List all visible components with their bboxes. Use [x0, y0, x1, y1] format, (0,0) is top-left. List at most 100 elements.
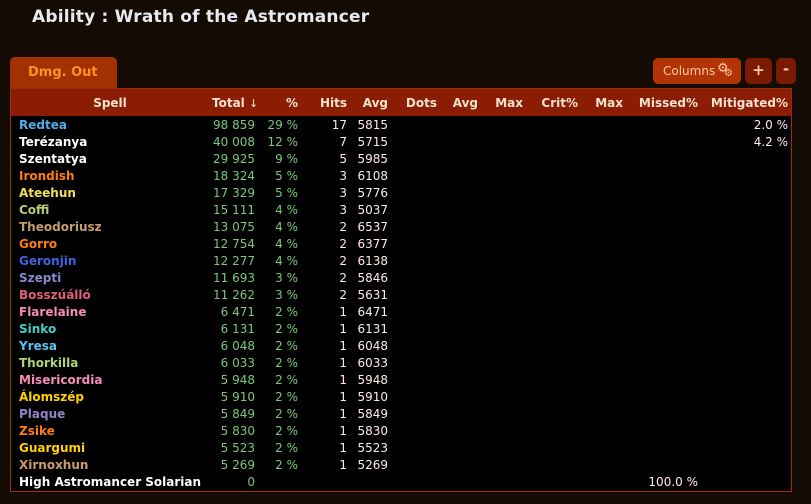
player-name-link[interactable]: Plaque: [11, 405, 212, 422]
player-name-link[interactable]: Thorkilla: [11, 354, 212, 371]
cell-crit-max: [581, 337, 626, 354]
player-name-link[interactable]: Xirnoxhun: [11, 456, 212, 473]
cell-dots: [391, 371, 440, 388]
cell-total: 13 075: [212, 218, 258, 235]
cell-mitigated: 4.2 %: [701, 133, 791, 150]
table-row: Terézanya 40 008 12 % 7 5715 4.2 %: [11, 133, 791, 150]
cell-crit: [526, 150, 581, 167]
player-name-link[interactable]: Coffi: [11, 201, 212, 218]
cell-missed: [626, 303, 701, 320]
header-dot-avg[interactable]: Avg: [440, 89, 481, 116]
cell-missed: [626, 184, 701, 201]
player-name-link[interactable]: Bosszúálló: [11, 286, 212, 303]
cell-mitigated: [701, 456, 791, 473]
header-spell[interactable]: Spell: [11, 89, 212, 116]
cell-percent: 2 %: [258, 371, 301, 388]
table-row: Misericordia 5 948 2 % 1 5948: [11, 371, 791, 388]
header-hits[interactable]: Hits: [301, 89, 350, 116]
cell-dots: [391, 116, 440, 133]
cell-dot-avg: [440, 116, 481, 133]
player-name-link[interactable]: Álomszép: [11, 388, 212, 405]
cell-hits: 3: [301, 184, 350, 201]
table-row: Thorkilla 6 033 2 % 1 6033: [11, 354, 791, 371]
columns-button-label: Columns: [663, 58, 715, 84]
player-name-link[interactable]: Redtea: [11, 116, 212, 133]
player-name-link[interactable]: Szepti: [11, 269, 212, 286]
player-name-link[interactable]: Geronjin: [11, 252, 212, 269]
cell-dots: [391, 235, 440, 252]
cell-percent: 2 %: [258, 439, 301, 456]
player-name-link[interactable]: Sinko: [11, 320, 212, 337]
cell-dots: [391, 422, 440, 439]
player-name-link[interactable]: Irondish: [11, 167, 212, 184]
cell-crit-max: [581, 150, 626, 167]
player-name-link[interactable]: High Astromancer Solarian: [11, 473, 212, 490]
header-avg[interactable]: Avg: [350, 89, 391, 116]
player-name-link[interactable]: Guargumi: [11, 439, 212, 456]
header-dots[interactable]: Dots: [391, 89, 440, 116]
player-name-link[interactable]: Misericordia: [11, 371, 212, 388]
cell-avg: 5715: [350, 133, 391, 150]
cell-crit: [526, 218, 581, 235]
player-name-link[interactable]: Yresa: [11, 337, 212, 354]
page-title: Ability : Wrath of the Astromancer: [32, 7, 369, 27]
add-column-button[interactable]: +: [745, 58, 772, 84]
player-name-link[interactable]: Gorro: [11, 235, 212, 252]
header-missed[interactable]: Missed%: [626, 89, 701, 116]
cell-crit: [526, 235, 581, 252]
player-name-link[interactable]: Terézanya: [11, 133, 212, 150]
cell-dot-avg: [440, 133, 481, 150]
cell-dots: [391, 337, 440, 354]
cell-missed: [626, 371, 701, 388]
tab-dmg-out[interactable]: Dmg. Out: [10, 57, 117, 88]
table-row: Ateehun 17 329 5 % 3 5776: [11, 184, 791, 201]
cell-missed: [626, 388, 701, 405]
cell-total: 6 033: [212, 354, 258, 371]
cell-missed: [626, 269, 701, 286]
header-mitigated[interactable]: Mitigated%: [701, 89, 791, 116]
header-max[interactable]: Max: [481, 89, 526, 116]
player-name-link[interactable]: Flarelaine: [11, 303, 212, 320]
cell-dots: [391, 286, 440, 303]
cell-total: 40 008: [212, 133, 258, 150]
table-row: Plaque 5 849 2 % 1 5849: [11, 405, 791, 422]
cell-mitigated: [701, 184, 791, 201]
cell-crit: [526, 303, 581, 320]
columns-button[interactable]: Columns ⚙ ⚙: [653, 58, 741, 84]
cell-dots: [391, 201, 440, 218]
cell-dots: [391, 133, 440, 150]
cell-hits: 1: [301, 456, 350, 473]
cell-mitigated: [701, 371, 791, 388]
cell-max: [481, 456, 526, 473]
cell-dots: [391, 150, 440, 167]
cell-percent: 4 %: [258, 252, 301, 269]
player-name-link[interactable]: Zsike: [11, 422, 212, 439]
table-row: Xirnoxhun 5 269 2 % 1 5269: [11, 456, 791, 473]
header-percent[interactable]: %: [258, 89, 301, 116]
header-crit[interactable]: Crit%: [526, 89, 581, 116]
table-row: Redtea 98 859 29 % 17 5815 2.0 %: [11, 116, 791, 133]
cell-hits: 1: [301, 439, 350, 456]
cell-total: 5 523: [212, 439, 258, 456]
player-name-link[interactable]: Ateehun: [11, 184, 212, 201]
cell-dot-avg: [440, 184, 481, 201]
header-crit-max[interactable]: Max: [581, 89, 626, 116]
cell-avg: 6108: [350, 167, 391, 184]
cell-avg: 5849: [350, 405, 391, 422]
cell-avg: 6138: [350, 252, 391, 269]
player-name-link[interactable]: Szentatya: [11, 150, 212, 167]
remove-column-button[interactable]: -: [776, 58, 796, 84]
header-total[interactable]: Total ↓: [212, 89, 258, 116]
cell-hits: 1: [301, 371, 350, 388]
player-name-link[interactable]: Theodoriusz: [11, 218, 212, 235]
cell-total: 6 471: [212, 303, 258, 320]
cell-percent: 4 %: [258, 201, 301, 218]
cell-max: [481, 371, 526, 388]
stats-panel: Spell Total ↓ % Hits Avg Dots Avg Max Cr…: [10, 88, 792, 492]
cell-max: [481, 269, 526, 286]
cell-crit-max: [581, 201, 626, 218]
table-row: Szepti 11 693 3 % 2 5846: [11, 269, 791, 286]
cell-percent: 5 %: [258, 184, 301, 201]
table-row: Álomszép 5 910 2 % 1 5910: [11, 388, 791, 405]
cell-total: 5 269: [212, 456, 258, 473]
